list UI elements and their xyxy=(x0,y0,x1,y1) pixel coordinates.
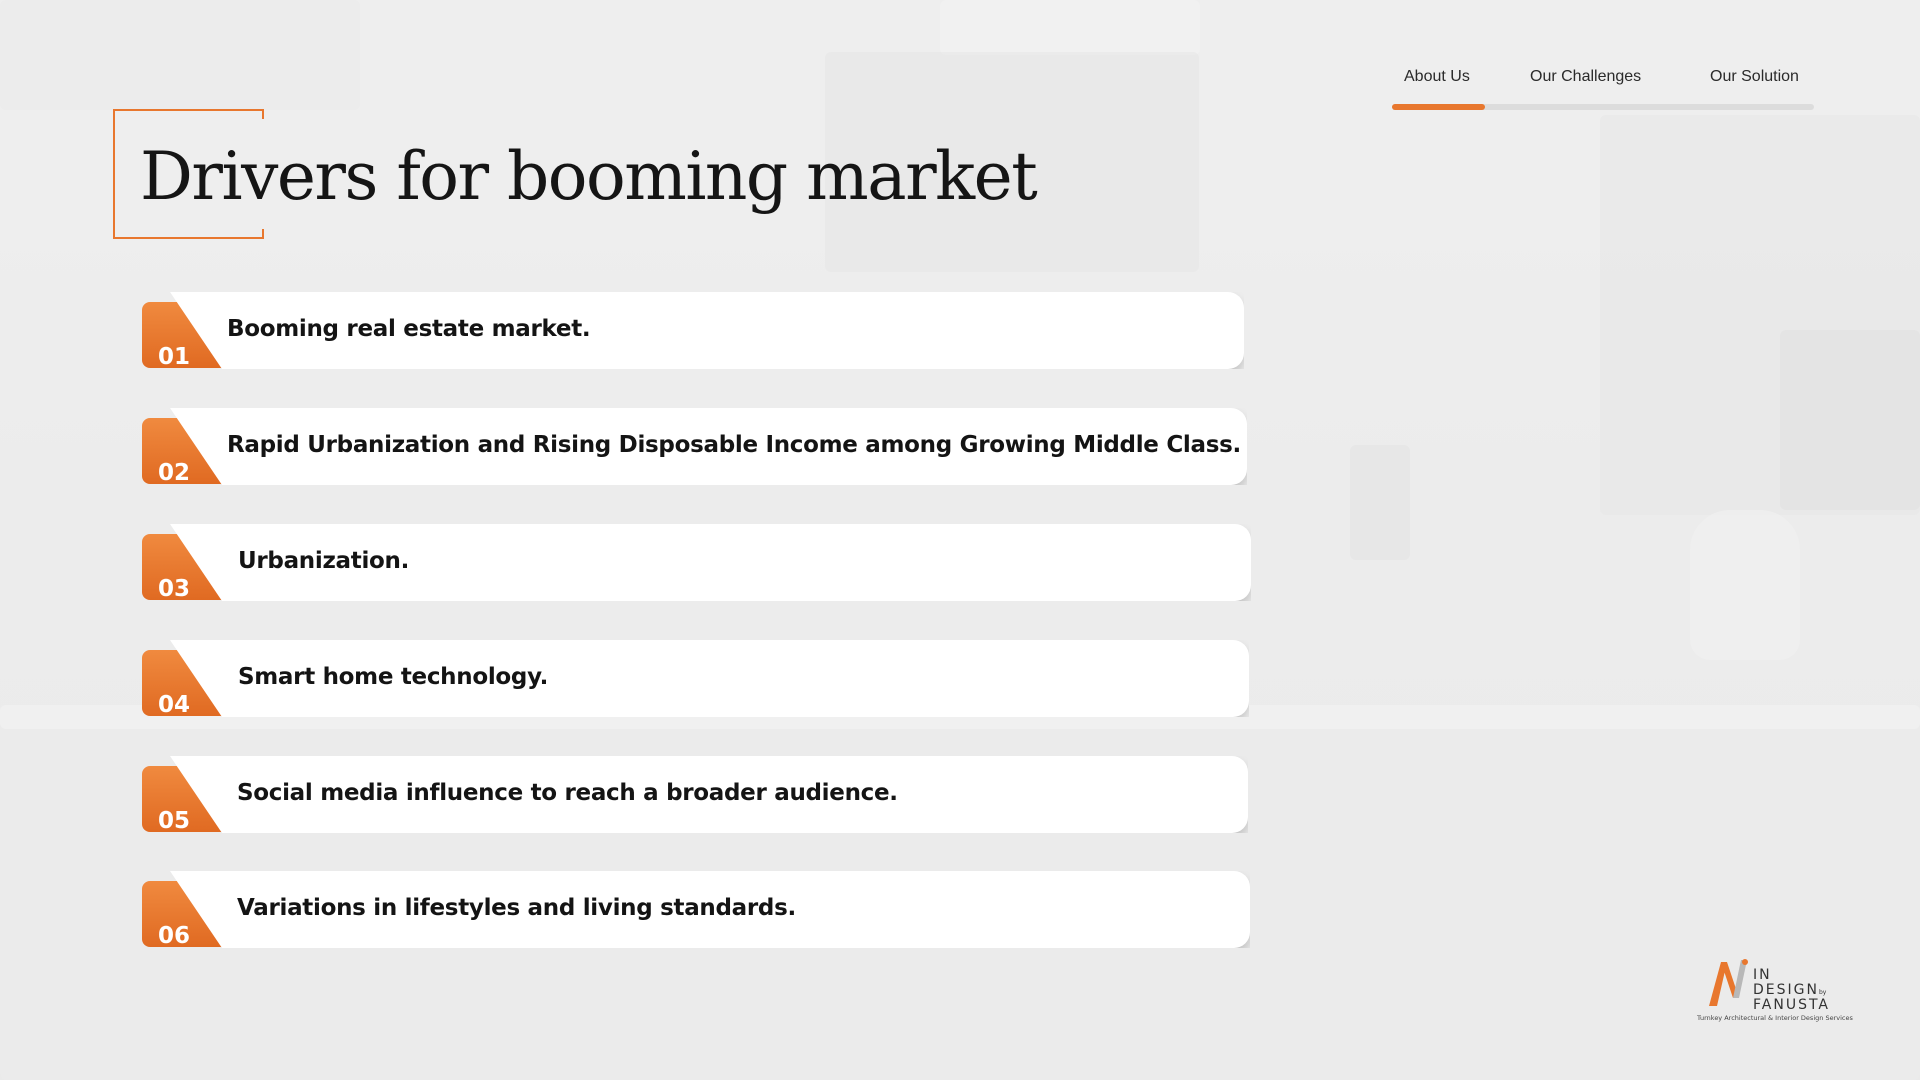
company-logo: IN DESIGNby FANUSTA Turnkey Architectura… xyxy=(1695,958,1853,1024)
logo-text-in: IN xyxy=(1753,967,1772,983)
page-title: Drivers for booming market xyxy=(140,138,1038,215)
driver-number: 04 xyxy=(158,692,191,718)
driver-number: 05 xyxy=(158,808,191,834)
driver-text: Social media influence to reach a broade… xyxy=(237,780,898,806)
driver-text: Booming real estate market. xyxy=(227,316,591,342)
logo-n-mark-icon xyxy=(1709,959,1748,1006)
logo-design-word: DESIGN xyxy=(1753,982,1819,998)
logo-text-fanusta: FANUSTA xyxy=(1753,997,1830,1013)
driver-number: 01 xyxy=(158,344,191,370)
logo-by: by xyxy=(1818,989,1827,996)
nav-progress-track xyxy=(1392,104,1814,110)
driver-number: 03 xyxy=(158,576,191,602)
tab-about-us[interactable]: About Us xyxy=(1404,68,1470,86)
driver-text: Variations in lifestyles and living stan… xyxy=(237,895,796,921)
driver-number: 02 xyxy=(158,460,191,486)
logo-tagline: Turnkey Architectural & Interior Design … xyxy=(1697,1014,1853,1022)
tab-our-challenges[interactable]: Our Challenges xyxy=(1530,68,1641,86)
tab-our-solution[interactable]: Our Solution xyxy=(1710,68,1799,86)
driver-number: 06 xyxy=(158,923,191,949)
driver-text: Urbanization. xyxy=(238,548,410,574)
driver-text: Smart home technology. xyxy=(238,664,549,690)
driver-text: Rapid Urbanization and Rising Disposable… xyxy=(227,432,1241,458)
logo-text-design: DESIGNby xyxy=(1753,983,1826,997)
section-navigation: About Us Our Challenges Our Solution xyxy=(1392,58,1814,112)
nav-active-indicator xyxy=(1392,104,1485,110)
